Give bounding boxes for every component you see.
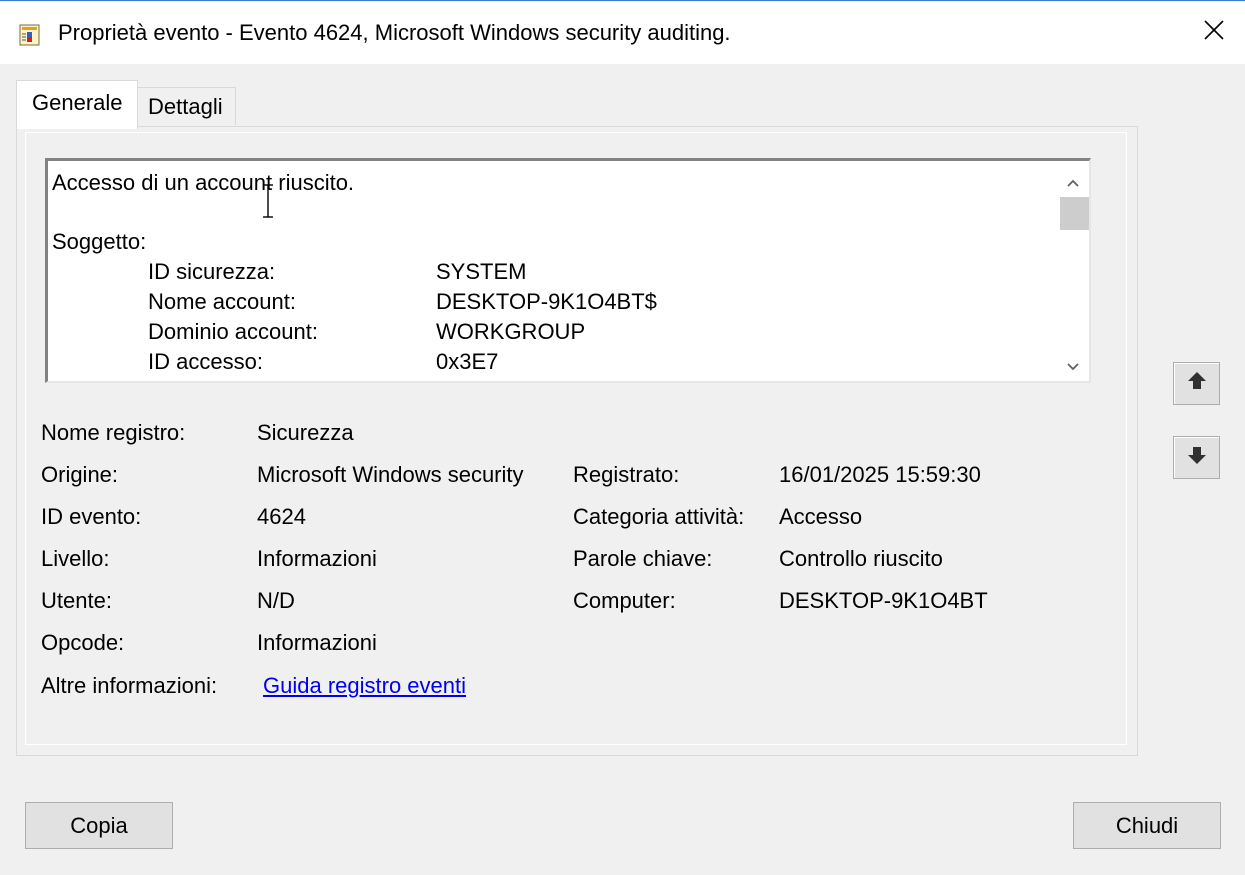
previous-event-button[interactable] [1173,362,1220,405]
copy-button[interactable]: Copia [25,802,173,849]
description-heading: Accesso di un account riuscito. [52,170,355,195]
close-icon [1203,19,1225,47]
arrow-down-icon [1186,444,1208,472]
description-section: Soggetto: [52,229,147,254]
field-value-security-id: SYSTEM [436,259,527,284]
field-label-account-name: Nome account: [148,289,296,314]
field-label-security-id: ID sicurezza: [148,259,276,284]
event-description-textbox[interactable]: Accesso di un account riuscito. Soggetto… [45,158,1091,383]
label-log-name: Nome registro: [41,420,186,445]
field-value-account-name: DESKTOP-9K1O4BT$ [436,289,657,314]
scrollbar-thumb[interactable] [1060,197,1089,230]
value-source: Microsoft Windows security [257,462,524,487]
arrow-up-icon [1186,370,1208,398]
label-task-category: Categoria attività: [573,504,745,529]
scroll-down-button[interactable] [1055,347,1089,381]
field-label-account-domain: Dominio account: [148,319,318,344]
label-user: Utente: [41,588,112,613]
event-properties-window: Proprietà evento - Evento 4624, Microsof… [0,0,1245,875]
field-label-logon-id: ID accesso: [148,349,263,374]
tab-general[interactable]: Generale [16,80,138,129]
window-title: Proprietà evento - Evento 4624, Microsof… [58,20,731,45]
scroll-up-button[interactable] [1055,163,1089,199]
label-level: Livello: [41,546,110,571]
label-opcode: Opcode: [41,630,125,655]
description-scrollbar[interactable] [1055,161,1089,381]
text-cursor-icon [261,183,275,219]
value-user: N/D [257,588,295,613]
label-logged: Registrato: [573,462,680,487]
close-button[interactable]: Chiudi [1073,802,1221,849]
value-keywords: Controllo riuscito [779,546,943,571]
event-viewer-icon [18,23,42,47]
label-event-id: ID evento: [41,504,142,529]
event-log-help-link[interactable]: Guida registro eventi [263,673,466,699]
label-keywords: Parole chiave: [573,546,713,571]
field-value-account-domain: WORKGROUP [436,319,586,344]
chevron-up-icon [1066,168,1080,194]
title-bar: Proprietà evento - Evento 4624, Microsof… [0,2,1245,64]
close-window-button[interactable] [1183,2,1245,64]
value-event-id: 4624 [257,504,306,529]
label-source: Origine: [41,462,119,487]
label-more-info: Altre informazioni: [41,673,218,698]
label-computer: Computer: [573,588,676,613]
next-event-button[interactable] [1173,436,1220,479]
value-task-category: Accesso [779,504,863,529]
chevron-down-icon [1066,352,1080,378]
value-computer: DESKTOP-9K1O4BT [779,588,988,613]
value-level: Informazioni [257,546,377,571]
field-value-logon-id: 0x3E7 [436,349,499,374]
value-opcode: Informazioni [257,630,377,655]
value-log-name: Sicurezza [257,420,354,445]
value-logged: 16/01/2025 15:59:30 [779,462,981,487]
tab-details[interactable]: Dettagli [138,87,236,125]
